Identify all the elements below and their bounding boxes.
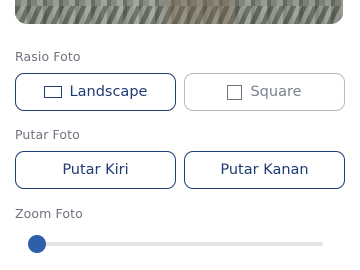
photo-edit-panel: Rasio Foto Landscape Square Putar Foto P… <box>0 0 360 270</box>
ratio-square-button[interactable]: Square <box>184 73 345 111</box>
ratio-square-label: Square <box>250 84 302 100</box>
landscape-rect-icon <box>43 86 62 98</box>
ratio-section-label: Rasio Foto <box>15 49 81 64</box>
rotate-right-button[interactable]: Putar Kanan <box>184 151 345 189</box>
rotate-left-button[interactable]: Putar Kiri <box>15 151 176 189</box>
zoom-slider-track[interactable] <box>37 242 323 246</box>
square-icon <box>227 84 243 100</box>
rotate-left-label: Putar Kiri <box>62 162 129 178</box>
rotate-section-label: Putar Foto <box>15 127 80 142</box>
photo-preview <box>15 0 343 24</box>
ratio-landscape-label: Landscape <box>69 84 148 100</box>
ratio-landscape-button[interactable]: Landscape <box>15 73 176 111</box>
zoom-section-label: Zoom Foto <box>15 206 83 221</box>
zoom-slider-thumb[interactable] <box>28 235 46 253</box>
rotate-right-label: Putar Kanan <box>220 162 309 178</box>
